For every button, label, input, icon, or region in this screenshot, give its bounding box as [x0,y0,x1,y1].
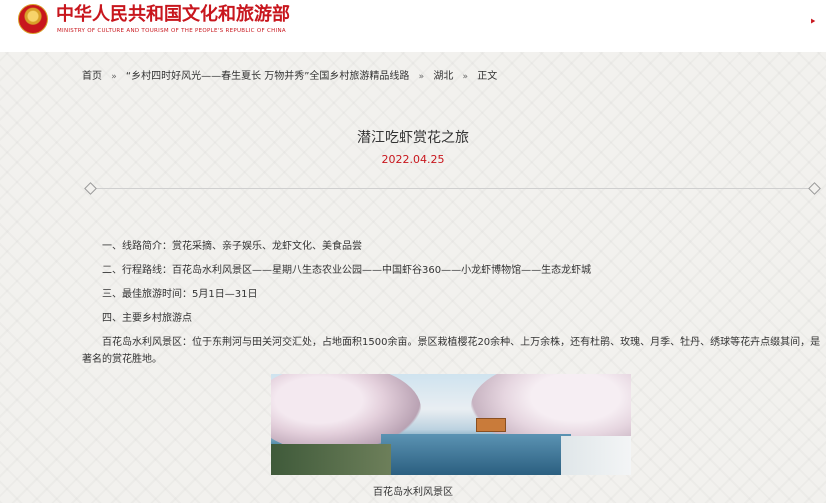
article-paragraph: 一、线路简介：赏花采摘、亲子娱乐、龙虾文化、美食品尝 [102,241,362,252]
site-logo-subtitle: MINISTRY OF CULTURE AND TOURISM OF THE P… [57,28,286,34]
breadcrumb-separator: » [111,72,117,82]
article-paragraph: 三、最佳旅游时间：5月1日—31日 [102,289,258,300]
breadcrumb-region-link[interactable]: 湖北 [433,71,453,82]
diamond-icon [808,182,821,195]
breadcrumb-separator: » [418,72,425,82]
divider-line [93,188,812,189]
breadcrumb-home-link[interactable]: 首页 [82,71,102,82]
article-date: 2022.04.25 [381,153,445,166]
breadcrumb: 首页 » “乡村四时好风光——春生夏长 万物并秀”全国乡村旅游精品线路 » 湖北… [82,69,802,85]
photo-caption: 百花岛水利风景区 [373,487,453,498]
breadcrumb-separator: » [462,72,469,82]
national-emblem-icon[interactable] [18,4,48,34]
article-paragraph: 二、行程路线：百花岛水利风景区——星期八生态农业公园——中国虾谷360——小龙虾… [102,265,592,276]
breadcrumb-current: 正文 [477,71,498,82]
river-bank-right [561,436,631,475]
emblem-icon[interactable]: ‣ [806,14,820,32]
diamond-icon [84,182,97,195]
river-water [381,434,571,475]
river-bank-left [271,444,391,475]
title-divider [84,182,821,196]
article-photo [271,374,631,475]
scenic-sign [476,418,506,432]
site-header: 中华人民共和国文化和旅游部 MINISTRY OF CULTURE AND TO… [0,0,826,52]
breadcrumb-campaign-link[interactable]: “乡村四时好风光——春生夏长 万物并秀”全国乡村旅游精品线路 [126,71,410,82]
article-paragraph: 四、主要乡村旅游点 [102,313,192,324]
article-title: 潜江吃虾赏花之旅 [357,130,469,146]
article-paragraph: 百花岛水利风景区：位于东荆河与田关河交汇处，占地面积1500余亩。景区栽植樱花2… [82,337,821,365]
site-logo-title[interactable]: 中华人民共和国文化和旅游部 [56,4,316,26]
